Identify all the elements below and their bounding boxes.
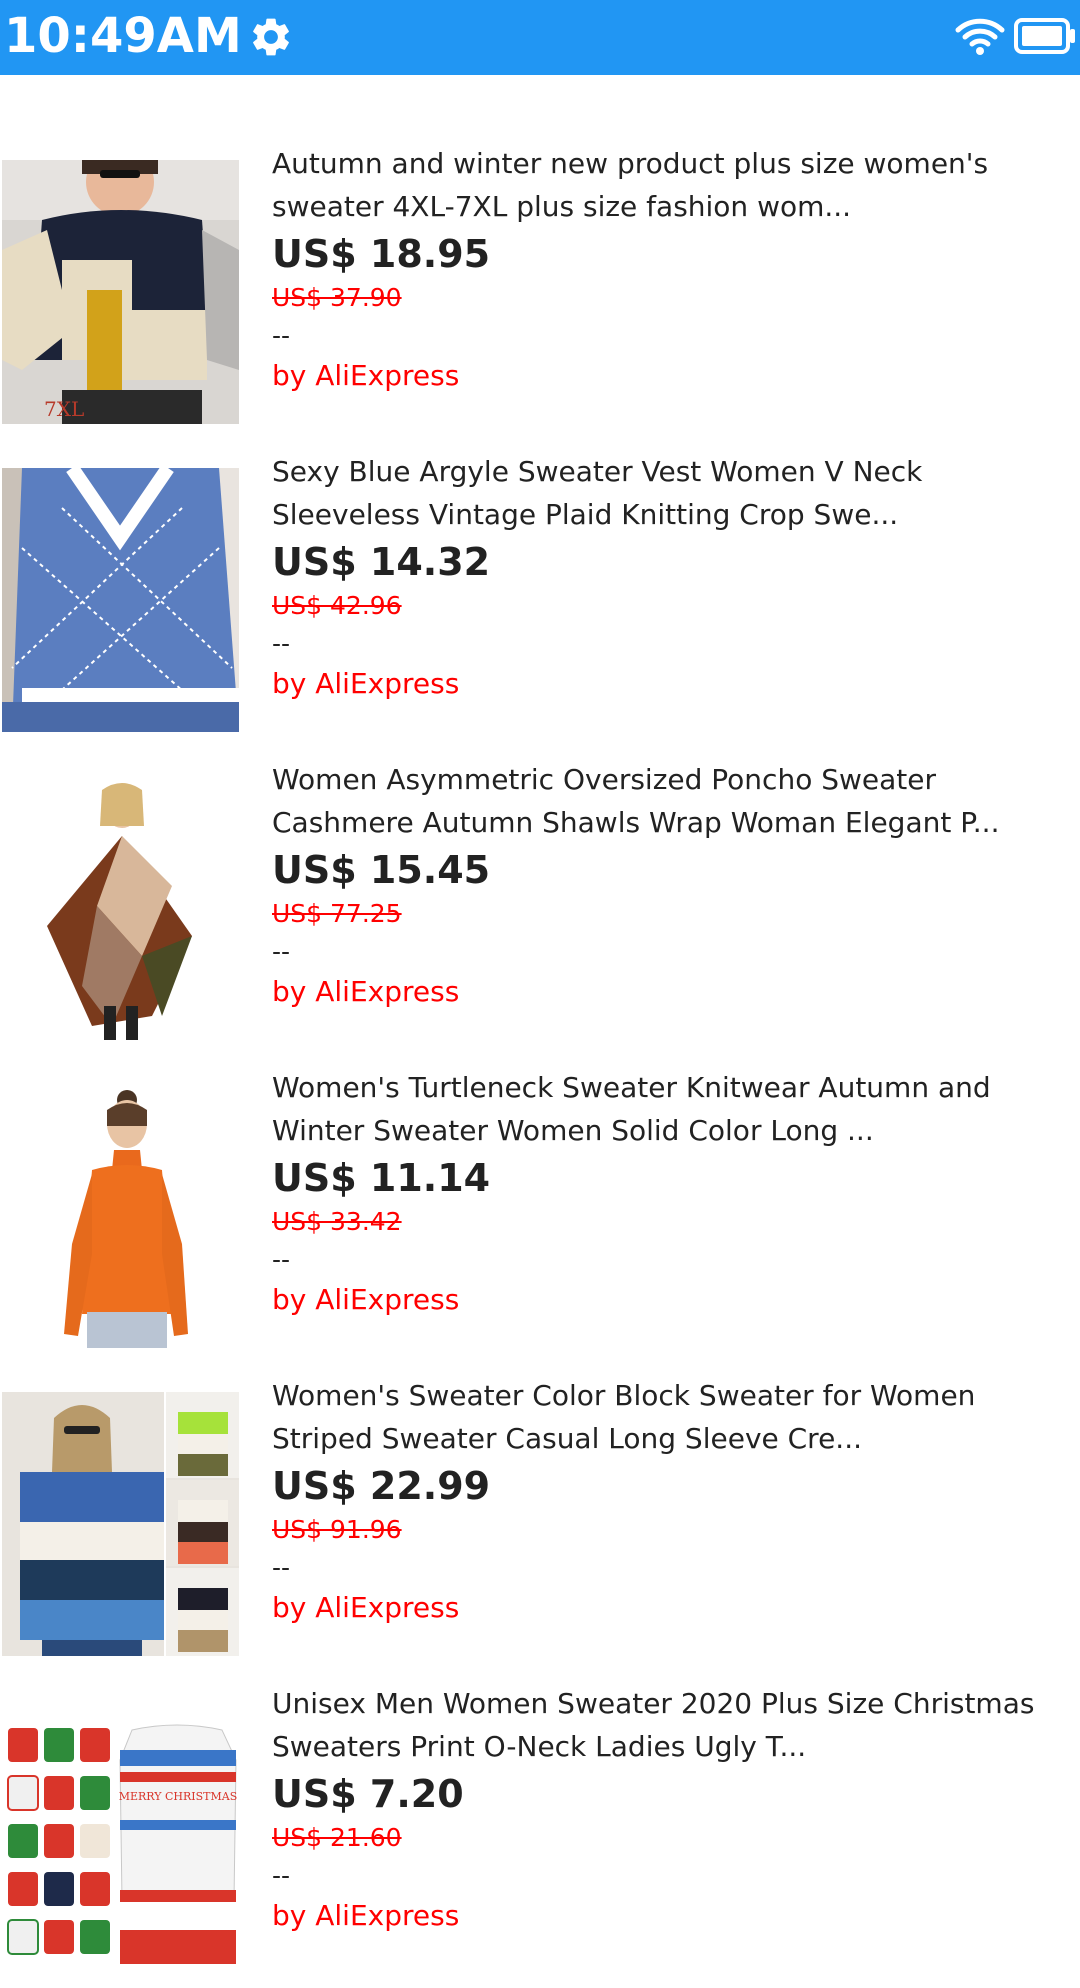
- product-title[interactable]: Women's Sweater Color Block Sweater for …: [272, 1374, 1072, 1460]
- product-title[interactable]: Women Asymmetric Oversized Poncho Sweate…: [272, 758, 1072, 844]
- product-image[interactable]: MERRY CHRISTMAS: [2, 1700, 239, 1964]
- wifi-icon: [955, 18, 1005, 55]
- original-price: US$ 42.96: [272, 591, 402, 620]
- product-title[interactable]: Women's Turtleneck Sweater Knitwear Autu…: [272, 1066, 1072, 1152]
- product-rating: --: [272, 1861, 291, 1890]
- seller-label[interactable]: by AliExpress: [272, 664, 1072, 704]
- product-price: US$ 15.45: [272, 848, 491, 892]
- product-rating: --: [272, 937, 291, 966]
- product-image[interactable]: [2, 468, 239, 732]
- seller-label[interactable]: by AliExpress: [272, 1896, 1072, 1936]
- product-list: 7XL Autumn and winter new product plus s…: [0, 140, 1080, 1988]
- product-item[interactable]: 7XL Autumn and winter new product plus s…: [0, 140, 1080, 448]
- product-image[interactable]: [2, 1392, 239, 1656]
- product-title[interactable]: Sexy Blue Argyle Sweater Vest Women V Ne…: [272, 450, 1072, 536]
- seller-label[interactable]: by AliExpress: [272, 1588, 1072, 1628]
- product-rating: --: [272, 629, 291, 658]
- product-price: US$ 7.20: [272, 1772, 464, 1816]
- gear-icon: [253, 18, 289, 56]
- product-title[interactable]: Unisex Men Women Sweater 2020 Plus Size …: [272, 1682, 1072, 1768]
- product-image[interactable]: [2, 1084, 239, 1348]
- seller-label[interactable]: by AliExpress: [272, 1280, 1072, 1320]
- status-bar: 10:49AM: [0, 0, 1080, 75]
- original-price: US$ 33.42: [272, 1207, 402, 1236]
- product-item[interactable]: Sexy Blue Argyle Sweater Vest Women V Ne…: [0, 448, 1080, 756]
- product-item[interactable]: Women's Sweater Color Block Sweater for …: [0, 1372, 1080, 1680]
- product-rating: --: [272, 1553, 291, 1582]
- product-title[interactable]: Autumn and winter new product plus size …: [272, 142, 1072, 228]
- original-price: US$ 37.90: [272, 283, 402, 312]
- product-rating: --: [272, 1245, 291, 1274]
- battery-icon: [1014, 18, 1075, 54]
- product-price: US$ 11.14: [272, 1156, 491, 1200]
- product-item[interactable]: Women Asymmetric Oversized Poncho Sweate…: [0, 756, 1080, 1064]
- product-image[interactable]: 7XL: [2, 160, 239, 424]
- seller-label[interactable]: by AliExpress: [272, 356, 1072, 396]
- product-price: US$ 14.32: [272, 540, 491, 584]
- product-price: US$ 18.95: [272, 232, 491, 276]
- product-item[interactable]: Women's Turtleneck Sweater Knitwear Autu…: [0, 1064, 1080, 1372]
- image-label: 7XL: [44, 397, 84, 421]
- product-image[interactable]: [2, 776, 239, 1040]
- seller-label[interactable]: by AliExpress: [272, 972, 1072, 1012]
- product-rating: --: [272, 321, 291, 350]
- image-label: MERRY CHRISTMAS: [119, 1790, 238, 1803]
- original-price: US$ 77.25: [272, 899, 402, 928]
- status-time: 10:49AM: [4, 8, 242, 64]
- original-price: US$ 21.60: [272, 1823, 402, 1852]
- product-item[interactable]: MERRY CHRISTMAS Unisex Men Women Sweater…: [0, 1680, 1080, 1988]
- original-price: US$ 91.96: [272, 1515, 402, 1544]
- product-price: US$ 22.99: [272, 1464, 491, 1508]
